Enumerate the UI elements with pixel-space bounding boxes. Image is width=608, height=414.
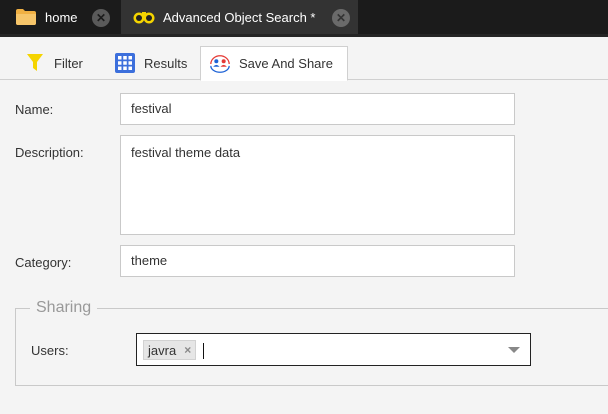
tab-save-and-share-label: Save And Share (239, 56, 333, 71)
chevron-down-icon[interactable] (508, 347, 520, 353)
tab-home-label: home (45, 9, 78, 25)
tab-filter-label: Filter (54, 55, 83, 71)
editor-tab-strip: home ✕ Advanced Object Search * ✕ (0, 0, 608, 34)
description-field[interactable]: festival theme data (120, 135, 515, 235)
users-label: Users: (31, 343, 69, 358)
close-icon[interactable]: ✕ (332, 9, 350, 27)
filter-icon (24, 52, 46, 74)
save-and-share-panel: Name: festival Description: festival the… (0, 81, 608, 414)
binoculars-icon (133, 9, 155, 25)
tab-save-and-share[interactable]: Save And Share (200, 46, 348, 81)
user-tag-label: javra (148, 342, 177, 358)
category-label: Category: (15, 255, 72, 270)
sharing-legend: Sharing (30, 299, 98, 317)
category-field[interactable]: theme (120, 245, 515, 277)
tab-home[interactable]: home ✕ (0, 0, 121, 34)
tab-results[interactable]: Results (106, 46, 198, 80)
remove-tag-icon[interactable]: × (184, 343, 191, 357)
tab-filter[interactable]: Filter (14, 46, 104, 80)
folder-icon (15, 8, 37, 26)
close-icon[interactable]: ✕ (92, 9, 110, 27)
users-tag-field[interactable]: javra × (136, 333, 531, 366)
user-tag: javra × (143, 340, 197, 360)
tab-results-label: Results (144, 55, 188, 71)
tab-advanced-object-search[interactable]: Advanced Object Search * ✕ (121, 0, 358, 34)
inner-tab-bar: Filter Results Save And Share (0, 37, 608, 81)
tab-advanced-object-search-label: Advanced Object Search * (163, 9, 316, 25)
name-label: Name: (15, 102, 54, 117)
share-users-icon (209, 53, 231, 75)
description-label: Description: (15, 145, 84, 160)
name-field[interactable]: festival (120, 93, 515, 125)
text-cursor (203, 343, 204, 359)
grid-icon (114, 52, 136, 74)
